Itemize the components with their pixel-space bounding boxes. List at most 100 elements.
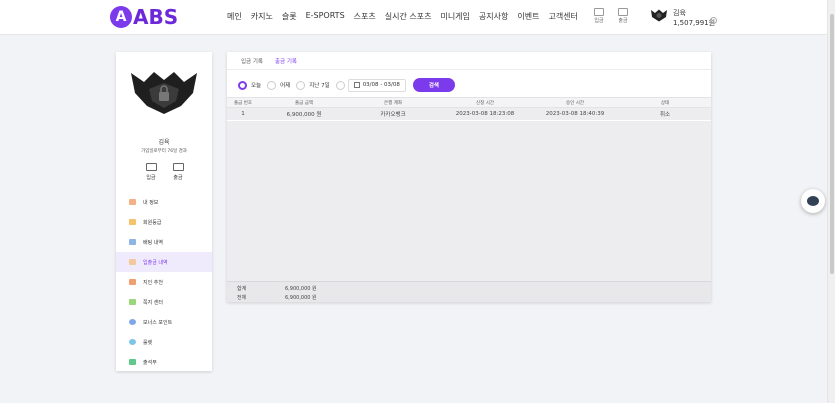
sidebar-item-my-info[interactable]: 내 정보 xyxy=(116,192,212,212)
coin-icon xyxy=(129,319,136,325)
total-sum-value: 6,900,000 원 xyxy=(285,286,317,292)
sidebar-item-label: 지인 추천 xyxy=(143,279,163,286)
table-row[interactable]: 1 6,900,000 원 카카오뱅크 2023-03-08 18:23:08 … xyxy=(227,108,711,120)
filter-yesterday-label: 어제 xyxy=(280,83,291,89)
sidebar-item-label: 룰렛 xyxy=(143,339,153,346)
total-sum-label: 합계 xyxy=(237,286,247,292)
col-header-bank: 은행 계좌 xyxy=(384,100,402,106)
transactions-panel: 입금 기록 출금 기록 오늘 어제 지난 7일 03/08 - 03/08 검색… xyxy=(227,52,711,302)
sidebar-item-attendance[interactable]: 출석부 xyxy=(116,352,212,372)
sidebar-item-label: 회원등급 xyxy=(143,219,162,226)
sidebar-item-bonus[interactable]: 보너스 포인트 xyxy=(116,312,212,332)
sidebar-deposit-button[interactable]: 입금 xyxy=(141,163,161,181)
tab-divider xyxy=(227,69,711,70)
sidebar-item-bet-history[interactable]: 배팅 내역 xyxy=(116,232,212,252)
radio-icon xyxy=(296,80,306,90)
date-range-picker[interactable]: 03/08 - 03/08 xyxy=(347,78,406,92)
calendar-icon xyxy=(353,82,360,88)
scrollbar-thumb[interactable] xyxy=(830,14,834,274)
col-header-number: 출금 번호 xyxy=(234,100,252,106)
sidebar-item-label: 내 정보 xyxy=(143,199,159,206)
nav-item-support[interactable]: 고객센터 xyxy=(548,11,577,22)
sidebar-withdraw-label: 출금 xyxy=(173,175,183,181)
gift-icon xyxy=(129,279,136,285)
date-filters: 오늘 어제 지난 7일 03/08 - 03/08 검색 xyxy=(238,78,455,92)
sidebar-deposit-label: 입금 xyxy=(146,175,156,181)
sidebar-item-membership[interactable]: 회원등급 xyxy=(116,212,212,232)
nav-item-sports[interactable]: 스포츠 xyxy=(354,11,376,22)
user-info: 김육 1,507,991원 xyxy=(673,8,715,28)
radio-icon xyxy=(335,80,345,90)
date-range-value: 03/08 - 03/08 xyxy=(362,82,400,88)
nav-item-main[interactable]: 메인 xyxy=(227,11,242,22)
roulette-icon xyxy=(129,339,136,345)
table-header: 출금 번호 출금 금액 은행 계좌 신청 시간 승인 시간 상태 xyxy=(227,97,711,108)
list-icon xyxy=(129,239,136,245)
total-sum-row: 합계 6,900,000 원 xyxy=(227,285,711,294)
top-header: A ABS 메인 카지노 슬롯 E-SPORTS 스포츠 실시간 스포츠 미니게… xyxy=(0,0,827,35)
filter-today-label: 오늘 xyxy=(251,83,262,89)
withdraw-table: 출금 번호 출금 금액 은행 계좌 신청 시간 승인 시간 상태 1 6,900… xyxy=(227,97,711,120)
totals: 합계 6,900,000 원 전체 6,900,000 원 xyxy=(227,281,711,302)
message-icon xyxy=(129,299,136,305)
cell-requested: 2023-03-08 18:23:08 xyxy=(455,111,515,117)
wallet-icon xyxy=(594,8,604,16)
header-deposit-label: 입금 xyxy=(594,18,604,24)
nav-item-esports[interactable]: E-SPORTS xyxy=(306,11,345,22)
gear-icon[interactable] xyxy=(710,17,717,24)
sidebar-item-label: 출석부 xyxy=(143,359,157,366)
live-chat-button[interactable] xyxy=(801,189,825,213)
sidebar-item-referral[interactable]: 지인 추천 xyxy=(116,272,212,292)
logo[interactable]: A ABS xyxy=(110,6,178,28)
nav-item-slot[interactable]: 슬롯 xyxy=(282,11,297,22)
sidebar-item-roulette[interactable]: 룰렛 xyxy=(116,332,212,352)
nav-item-minigame[interactable]: 미니게임 xyxy=(440,11,469,22)
table-empty-area xyxy=(227,121,711,281)
header-withdraw-button[interactable]: 출금 xyxy=(613,8,633,24)
profile-avatar xyxy=(131,72,197,114)
avatar[interactable] xyxy=(650,8,668,22)
total-all-value: 6,900,000 원 xyxy=(285,295,317,301)
sidebar: 김육 가입일로부터 76일 경과 입금 출금 내 정보 회원등급 배팅 내역 입… xyxy=(116,52,212,371)
filter-yesterday[interactable]: 어제 xyxy=(267,80,291,90)
sidebar-withdraw-button[interactable]: 출금 xyxy=(168,163,188,181)
col-header-requested: 신청 시간 xyxy=(476,100,494,106)
profile-name: 김육 xyxy=(158,139,170,146)
sidebar-item-messages[interactable]: 쪽지 센터 xyxy=(116,292,212,312)
filter-custom[interactable] xyxy=(335,80,345,90)
filter-last-7-days[interactable]: 지난 7일 xyxy=(296,80,330,90)
col-header-approved: 승인 시간 xyxy=(566,100,584,106)
member-since: 가입일로부터 76일 경과 xyxy=(141,149,187,154)
cell-bank: 카카오뱅크 xyxy=(380,112,406,118)
sidebar-menu: 내 정보 회원등급 배팅 내역 입출금 내역 지인 추천 쪽지 센터 보너스 포… xyxy=(116,192,212,372)
nav-item-event[interactable]: 이벤트 xyxy=(517,11,539,22)
page-scrollbar[interactable] xyxy=(827,0,835,403)
nav-item-casino[interactable]: 카지노 xyxy=(251,11,273,22)
user-card-icon xyxy=(129,199,136,205)
logo-text: ABS xyxy=(133,5,179,29)
radio-icon xyxy=(267,80,277,90)
sidebar-item-transactions[interactable]: 입출금 내역 xyxy=(116,252,212,272)
wallet-icon xyxy=(129,259,136,265)
user-name: 김육 xyxy=(673,9,686,17)
total-all-row: 전체 6,900,000 원 xyxy=(227,294,711,303)
header-deposit-button[interactable]: 입금 xyxy=(589,8,609,24)
filter-last-7-days-label: 지난 7일 xyxy=(309,83,330,89)
total-all-label: 전체 xyxy=(237,295,247,301)
cell-approved: 2023-03-08 18:40:39 xyxy=(545,111,605,117)
logo-badge: A xyxy=(110,6,132,28)
sidebar-item-label: 입출금 내역 xyxy=(143,259,168,266)
col-header-status: 상태 xyxy=(660,100,670,106)
nav-item-live-sports[interactable]: 실시간 스포츠 xyxy=(385,11,432,22)
nav-item-notice[interactable]: 공지사항 xyxy=(479,11,508,22)
search-button[interactable]: 검색 xyxy=(412,78,455,92)
user-balance: 1,507,991원 xyxy=(673,19,716,27)
card-icon xyxy=(618,8,628,16)
cell-status: 취소 xyxy=(659,112,671,118)
wallet-icon xyxy=(145,163,157,171)
sidebar-item-label: 보너스 포인트 xyxy=(143,319,173,326)
cell-number: 1 xyxy=(241,111,245,117)
cell-amount: 6,900,000 원 xyxy=(286,112,322,118)
filter-today[interactable]: 오늘 xyxy=(238,80,262,90)
chat-icon xyxy=(807,196,819,206)
